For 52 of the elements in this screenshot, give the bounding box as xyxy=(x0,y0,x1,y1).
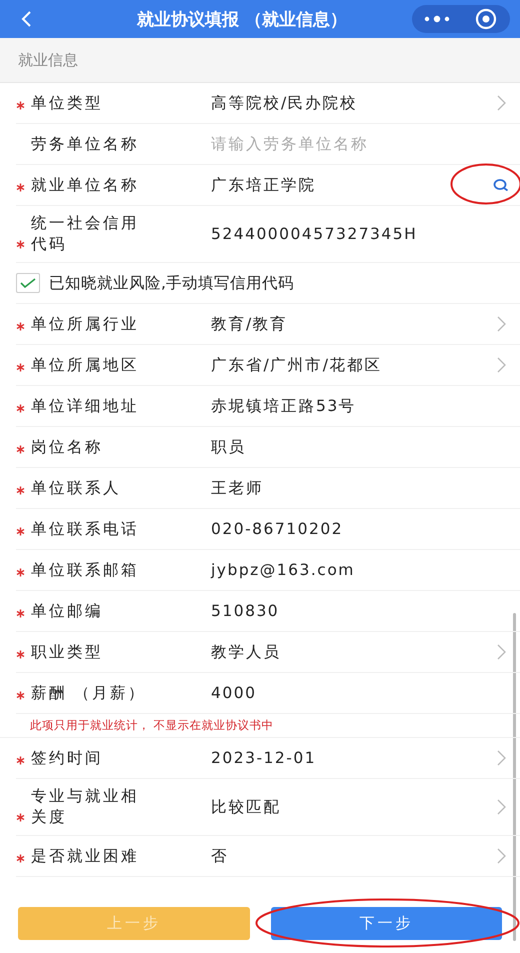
field-label: 职业类型 xyxy=(31,642,104,662)
field-value[interactable]: 否 xyxy=(211,846,482,866)
hint-text: 此项只用于就业统计， 不显示在就业协议书中 xyxy=(30,718,274,733)
field-label: 统一社会信用代码 xyxy=(31,213,140,255)
chevron-icon[interactable] xyxy=(496,95,506,111)
field-label: 是否就业困难 xyxy=(31,846,140,866)
next-step-button[interactable]: 下一步 xyxy=(270,907,502,940)
field-value[interactable]: 020-86710202 xyxy=(211,520,482,538)
chevron-icon[interactable] xyxy=(496,357,506,373)
field-value[interactable]: 比较匹配 xyxy=(211,796,482,818)
field-value[interactable]: 52440000457327345H xyxy=(211,225,482,243)
field-value[interactable]: 高等院校/民办院校 xyxy=(211,92,482,114)
field-label: 签约时间 xyxy=(31,748,104,768)
back-icon[interactable] xyxy=(20,10,32,28)
field-value[interactable]: 教育/教育 xyxy=(211,314,482,334)
field-label: 就业单位名称 xyxy=(31,174,140,196)
field-value[interactable]: 广东培正学院 xyxy=(211,174,482,196)
field-value[interactable]: jybpz@163.com xyxy=(211,561,482,579)
search-icon[interactable] xyxy=(493,179,509,191)
field-label: 单位邮编 xyxy=(31,600,104,622)
chevron-icon[interactable] xyxy=(496,799,506,815)
field-value[interactable]: 职员 xyxy=(211,436,482,458)
field-label: 单位所属地区 xyxy=(31,354,140,376)
field-label: 专业与就业相关度 xyxy=(31,786,140,828)
chevron-icon[interactable] xyxy=(496,644,506,660)
checkmark-icon xyxy=(20,278,36,288)
field-label: 劳务单位名称 xyxy=(31,134,140,154)
field-label: 单位联系电话 xyxy=(31,518,140,540)
field-label: 岗位名称 xyxy=(31,436,104,458)
field-label: 薪酬 （月薪） xyxy=(31,682,147,704)
field-value[interactable]: 教学人员 xyxy=(211,642,482,662)
scrollbar[interactable] xyxy=(513,613,516,941)
field-label: 单位所属行业 xyxy=(31,314,140,334)
chevron-icon[interactable] xyxy=(496,316,506,332)
checkbox-label: 已知晓就业风险,手动填写信用代码 xyxy=(49,272,294,294)
checkbox[interactable] xyxy=(16,273,40,293)
field-label: 单位详细地址 xyxy=(31,396,140,416)
field-value[interactable]: 王老师 xyxy=(211,478,482,498)
field-label: 单位联系人 xyxy=(31,478,122,498)
close-icon[interactable] xyxy=(474,8,496,30)
more-icon[interactable] xyxy=(424,15,450,23)
field-value[interactable]: 广东省/广州市/花都区 xyxy=(211,354,482,376)
field-value[interactable]: 510830 xyxy=(211,602,482,620)
page-title: 就业协议填报 （就业信息） xyxy=(136,8,348,30)
field-label: 单位类型 xyxy=(31,92,104,114)
chevron-icon[interactable] xyxy=(496,750,506,766)
field-value[interactable]: 赤坭镇培正路53号 xyxy=(211,396,482,416)
field-label: 单位联系邮箱 xyxy=(31,560,140,580)
section-title: 就业信息 xyxy=(18,50,78,70)
field-value[interactable]: 4000 xyxy=(211,684,482,702)
chevron-icon[interactable] xyxy=(496,848,506,864)
field-value[interactable]: 2023-12-01 xyxy=(211,749,482,767)
